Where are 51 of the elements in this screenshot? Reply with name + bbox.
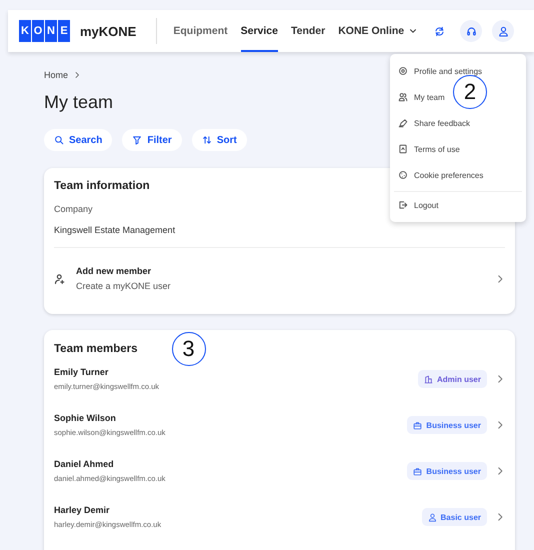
headset-icon xyxy=(466,26,477,36)
briefcase-icon xyxy=(413,420,422,430)
menu-item[interactable]: Terms of use xyxy=(390,136,526,162)
field-value: Kingswell Estate Management xyxy=(54,225,176,235)
chevron-right-icon xyxy=(73,71,82,79)
search-icon xyxy=(54,135,64,145)
card-title: Team members xyxy=(54,343,138,355)
document-icon xyxy=(398,144,408,154)
person-icon xyxy=(428,512,437,522)
people-icon xyxy=(398,92,408,102)
role-badge: Admin user xyxy=(418,370,487,388)
add-user-icon xyxy=(54,272,66,284)
gear-icon xyxy=(398,66,408,76)
feedback-icon xyxy=(398,118,408,128)
logout-icon xyxy=(398,200,408,210)
refresh-icon xyxy=(434,26,445,36)
menu-item[interactable]: Cookie preferences xyxy=(390,162,526,188)
sort-button[interactable]: Sort xyxy=(192,129,247,151)
member-name[interactable]: Emily Turner xyxy=(54,367,410,377)
nav-tab[interactable]: Tender xyxy=(290,10,326,52)
add-member-title[interactable]: Add new member xyxy=(76,266,485,276)
card-title: Team information xyxy=(54,180,151,192)
filter-icon xyxy=(132,135,142,145)
member-name[interactable]: Harley Demir xyxy=(54,505,414,515)
filter-button[interactable]: Filter xyxy=(122,129,182,151)
page-title: My team xyxy=(44,92,114,113)
sort-icon xyxy=(202,135,212,145)
logout-item[interactable]: Logout xyxy=(390,192,526,218)
nav-tab[interactable]: KONE Online xyxy=(338,10,418,52)
role-badge: Business user xyxy=(407,462,487,480)
nav-tab[interactable]: Equipment xyxy=(173,10,228,52)
callout-number: 2 xyxy=(453,75,487,109)
app-name: myKONE xyxy=(80,24,136,38)
member-name[interactable]: Daniel Ahmed xyxy=(54,459,400,469)
search-button[interactable]: Search xyxy=(44,129,112,151)
building-icon xyxy=(424,374,433,384)
role-badge: Basic user xyxy=(422,508,487,526)
kone-logo[interactable]: K O N E xyxy=(19,20,70,42)
add-member-subtitle: Create a myKONE user xyxy=(76,281,172,291)
role-badge: Business user xyxy=(407,416,487,434)
support-button[interactable] xyxy=(460,20,482,42)
briefcase-icon xyxy=(413,466,422,476)
member-name[interactable]: Sophie Wilson xyxy=(54,413,400,423)
breadcrumb-link[interactable]: Home xyxy=(44,70,68,80)
field-label: Company xyxy=(54,204,93,214)
menu-item[interactable]: Share feedback xyxy=(390,110,526,136)
cookie-icon xyxy=(398,170,408,180)
person-icon xyxy=(498,26,509,36)
user-button[interactable] xyxy=(492,20,514,42)
nav-tab[interactable]: Service xyxy=(240,10,278,52)
callout-number: 3 xyxy=(172,332,206,366)
